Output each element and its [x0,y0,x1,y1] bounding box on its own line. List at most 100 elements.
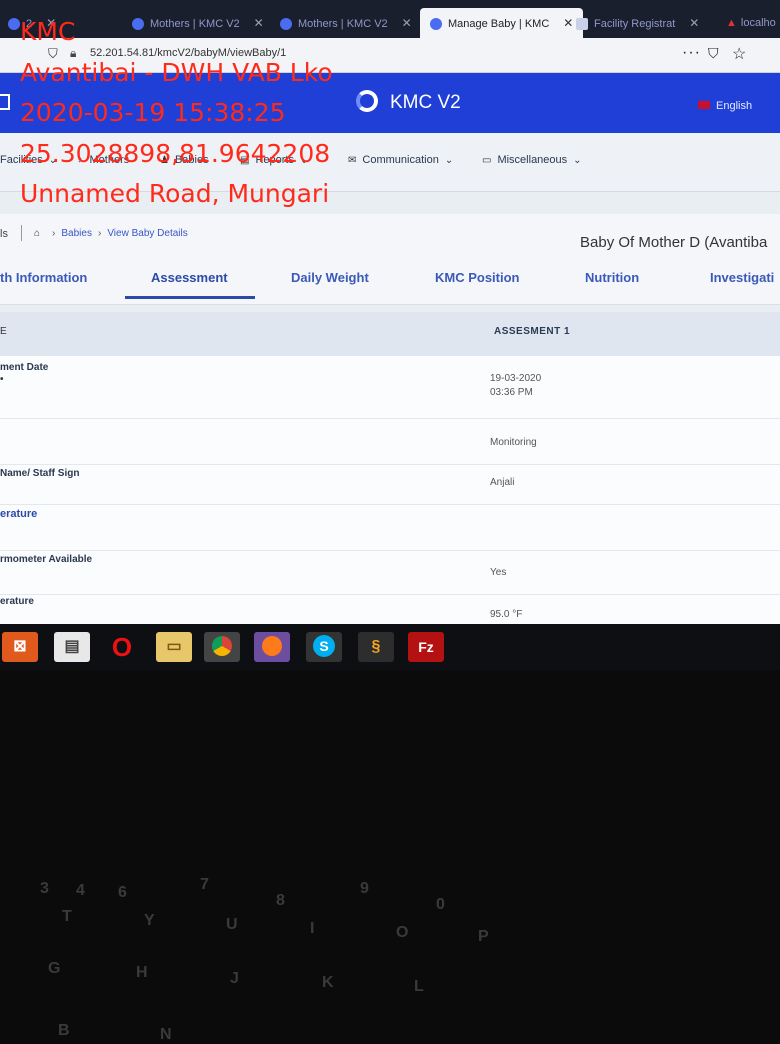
page-actions-icon[interactable]: ··· [682,44,701,62]
keyboard-key: 7 [200,876,209,893]
brand-title: KMC V2 [390,92,461,113]
column-header: E [0,326,7,337]
folder-icon: ▭ [482,155,492,166]
browser-tab[interactable]: ▲ localho [726,8,776,38]
close-tab-icon[interactable]: ✕ [689,16,699,30]
table-row: erature [0,504,780,551]
divider [21,225,22,241]
row-value: Monitoring [490,437,537,448]
brand[interactable]: KMC V2 [356,90,461,114]
keyboard-key: T [62,908,72,925]
assessment-table: E ASSESMENT 1 ment Date • 19-03-2020 03:… [0,312,780,652]
kmc-logo-icon [356,90,378,112]
keyboard-key: P [478,928,489,945]
table-row: rmometer Available Yes [0,550,780,595]
page-heading: ls ⌂ › Babies › View Baby Details Baby Of Mo… [0,214,780,260]
chrome-icon[interactable] [204,632,240,662]
table-row: ment Date • 19-03-2020 03:36 PM [0,356,780,419]
row-value: 19-03-2020 [490,373,542,384]
row-label: ment Date [0,362,49,373]
tab-favicon-icon [576,18,588,31]
row-label: Name/ Staff Sign [0,468,80,479]
section-heading: erature [0,508,38,520]
tab-label: Facility Registrat [594,18,676,30]
browser-tab-active[interactable]: Manage Baby | KMC ✕ [420,8,584,38]
row-value: 95.0 °F [490,609,523,620]
file-icon[interactable]: ▤ [54,632,90,662]
row-value: 03:36 PM [490,387,533,398]
taskbar: ⊠ ▤ O ▭ S § Fz [0,624,780,670]
skype-letter: S [313,635,335,657]
xampp-icon[interactable]: ⊠ [2,632,38,662]
tab-kmc-position[interactable]: KMC Position [435,270,520,285]
home-icon[interactable]: ⌂ [34,228,40,239]
table-row: Monitoring [0,418,780,465]
keyboard-key: 4 [76,882,85,899]
tab-favicon-icon [430,18,442,31]
keyboard-key: 6 [118,884,127,901]
tab-favicon-icon: ▲ [726,17,737,29]
keyboard-key: 3 [40,880,49,897]
breadcrumb-babies[interactable]: Babies [61,228,92,239]
tab-assessment[interactable]: Assessment [151,270,228,285]
close-tab-icon[interactable]: ✕ [563,16,573,30]
table-row: Name/ Staff Sign Anjali [0,464,780,505]
stamp-coordinates: 25.3028898,81.9642208 [20,138,331,168]
bookmark-star-icon[interactable]: ☆ [732,44,746,64]
tab-label: Manage Baby | KMC [448,18,550,30]
nav-miscellaneous[interactable]: ▭ Miscellaneous ⌄ [482,154,582,166]
stamp-address: Unnamed Road, Mungari [20,179,330,208]
opera-icon[interactable]: O [104,632,140,662]
filezilla-icon[interactable]: Fz [408,632,444,662]
skype-icon[interactable]: S [306,632,342,662]
tab-nutrition[interactable]: Nutrition [585,270,639,285]
chat-icon: ✉ [348,155,357,166]
breadcrumb-current[interactable]: View Baby Details [107,228,187,239]
breadcrumb-fragment: ls [0,228,8,240]
keyboard-key: 0 [436,896,445,913]
tab-birth-information[interactable]: th Information [0,270,87,285]
row-value: Yes [490,567,507,578]
active-tab-indicator [125,296,255,299]
folder-icon[interactable]: ▭ [156,632,192,662]
tab-daily-weight[interactable]: Daily Weight [291,270,369,285]
language-selector[interactable]: English [698,100,752,112]
chevron-down-icon: ⌄ [573,155,582,166]
keyboard-key: G [48,960,61,977]
stamp-datetime: 2020-03-19 15:38:25 [20,98,286,127]
table-header: E ASSESMENT 1 [0,312,780,356]
filezilla-label: Fz [418,639,434,655]
browser-tab[interactable]: Facility Registrat ✕ [576,8,699,38]
keyboard-key: Y [144,912,155,929]
stamp-app: KMC [20,17,76,46]
laptop-keyboard: 3 4 6 7 8 9 0 T Y U I O P G H J K L B N [0,670,780,1043]
sublime-icon[interactable]: § [358,632,394,662]
keyboard-key: K [322,974,334,991]
tab-favicon-icon [8,18,20,31]
column-header: ASSESMENT 1 [494,326,571,337]
chevron-down-icon: ⌄ [444,155,454,166]
keyboard-key: I [310,920,315,937]
tab-investigation[interactable]: Investigati [710,270,774,285]
nav-communication[interactable]: ✉ Communication ⌄ [348,154,453,166]
pocket-icon[interactable]: ⛉ [708,45,719,62]
detail-tabs: th Information Assessment Daily Weight K… [0,260,780,305]
keyboard-key: J [230,970,239,987]
stamp-facility: Avantibai - DWH VAB Lko [20,57,333,87]
breadcrumb: ⌂ › Babies › View Baby Details [34,228,188,239]
breadcrumb-separator: › [97,228,102,239]
keyboard-key: L [414,978,424,995]
row-label-fragment: • [0,374,4,385]
breadcrumb-separator: › [52,228,56,239]
close-tab-icon[interactable]: ✕ [402,16,412,30]
row-value: Anjali [490,477,515,488]
keyboard-key: U [226,916,238,933]
language-label: English [716,100,753,112]
photo-stamp-overlay: KMC Avantibai - DWH VAB Lko 2020-03-19 1… [20,12,333,215]
row-label: rmometer Available [0,554,93,565]
menu-toggle-icon[interactable] [0,94,10,110]
keyboard-key: N [160,1026,172,1043]
keyboard-key: 9 [360,880,369,897]
firefox-icon[interactable] [254,632,290,662]
baby-name-title: Baby Of Mother D (Avantiba [580,234,768,251]
